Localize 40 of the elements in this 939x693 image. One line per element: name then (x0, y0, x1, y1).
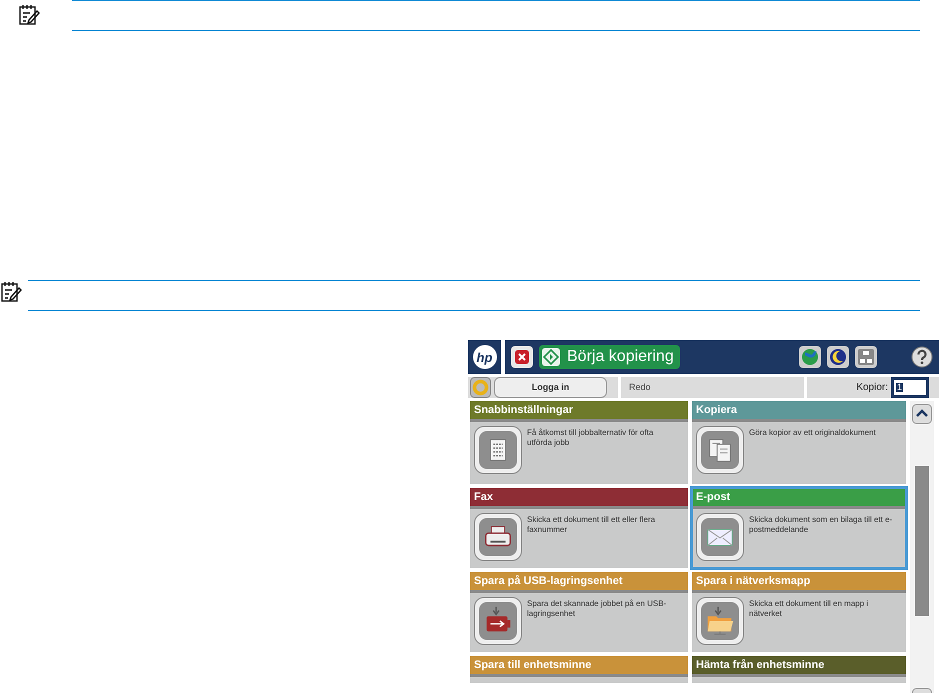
login-button[interactable]: Logga in (494, 377, 607, 398)
tile-header: Spara på USB-lagringsenhet (470, 572, 688, 593)
tile-header: Snabbinställningar (470, 401, 688, 422)
network-icon[interactable] (855, 346, 877, 368)
copies-value: 1 (896, 383, 904, 392)
tile-header: Spara i nätverksmapp (692, 572, 906, 593)
tile-description: Få åtkomst till jobbalternativ för ofta utförda jobb (527, 427, 654, 449)
tile-header: Kopiera (692, 401, 906, 422)
help-icon[interactable] (911, 346, 933, 368)
note-icon (0, 281, 22, 303)
tile-icon-button[interactable] (474, 513, 522, 561)
note-icon (18, 4, 40, 26)
scroll-thumb[interactable] (915, 466, 929, 616)
moon-icon[interactable] (827, 346, 849, 368)
copies-label: Kopior: (856, 381, 888, 395)
tile-icon-button[interactable] (696, 597, 744, 645)
tile-description: Göra kopior av ett originaldokument (749, 427, 877, 439)
close-icon (514, 349, 530, 365)
start-copy-button[interactable]: Börja kopiering (539, 345, 680, 369)
home-icon[interactable] (470, 377, 491, 398)
tile-description: Skicka dokument som en bilaga till ett e-postmeddelande (749, 514, 894, 536)
scroll-up-icon[interactable] (912, 404, 932, 424)
tile-icon-button[interactable] (474, 426, 522, 474)
tile-description: Spara det skannade jobbet på en USB-lagringsenhet (527, 598, 668, 620)
tile-icon-button[interactable] (696, 426, 744, 474)
start-icon (541, 347, 561, 367)
tile-header: E-post (692, 488, 906, 509)
copies-field[interactable]: 1 (891, 377, 929, 398)
globe-icon[interactable] (799, 346, 821, 368)
status-text: Redo (629, 380, 651, 394)
menu-tile[interactable]: Hämta från enhetsminne (692, 656, 906, 683)
tile-description: Skicka ett dokument till ett eller flera faxnummer (527, 514, 656, 536)
tile-description: Skicka ett dokument till en mapp i nätverket (749, 598, 870, 620)
tile-icon-button[interactable] (696, 513, 744, 561)
logo: hp (472, 345, 496, 369)
tile-header: Spara till enhetsminne (470, 656, 688, 677)
tile-header: Fax (470, 488, 688, 509)
tile-icon-button[interactable] (474, 597, 522, 645)
stop-button[interactable] (511, 346, 533, 368)
tile-header: Hämta från enhetsminne (692, 656, 906, 677)
